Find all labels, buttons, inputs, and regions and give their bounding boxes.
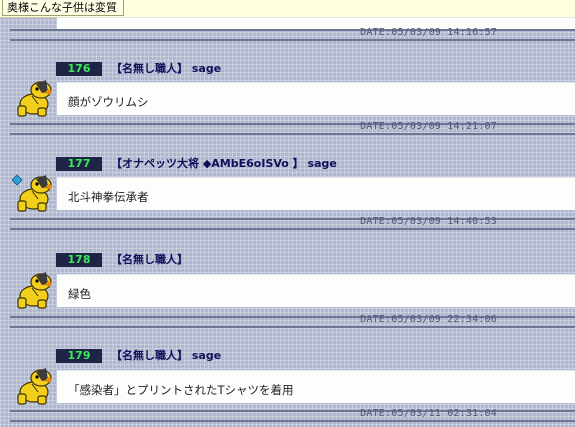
post-message: 緑色 (68, 287, 91, 301)
post-author: 【名無し職人】 sage (111, 62, 222, 75)
post-divider (10, 326, 575, 328)
post-message: 「感染者」とプリントされたTシャツを着用 (68, 383, 294, 397)
dog-icon (17, 271, 52, 309)
post-mail: sage (191, 349, 222, 362)
dog-icon (17, 367, 52, 405)
post-date: DATE:05/03/09 14:40:53 (360, 216, 497, 227)
post-author: 【名無し職人】 sage (111, 349, 222, 362)
post-date: DATE:05/03/09 14:16:57 (360, 27, 497, 38)
dog-icon (17, 79, 52, 117)
post-date: DATE:05/03/09 14:21:07 (360, 121, 497, 132)
post-message: 顔がゾウリムシ (68, 95, 149, 109)
tab-thread-title[interactable]: 奥様こんな子供は変質 (2, 0, 124, 16)
post-number[interactable]: 179 (56, 349, 102, 363)
post-divider (10, 39, 575, 41)
post-date: DATE:05/03/11 02:31:04 (360, 408, 497, 419)
post-number[interactable]: 176 (56, 62, 102, 76)
tab-bar: 奥様こんな子供は変質 (0, 0, 575, 18)
post-author: 【オナペッツ大将 ◆AMbE6oISVo 】 sage (111, 157, 337, 170)
post-date: DATE:05/03/09 22:34:06 (360, 314, 497, 325)
dog-icon-blue-badge (12, 174, 52, 212)
tab-label: 奥様こんな子供は変質 (7, 1, 117, 14)
post-message: 北斗神拳伝承者 (68, 190, 149, 204)
post-mail: sage (307, 157, 337, 170)
post-mail: sage (191, 62, 222, 75)
post-divider (10, 420, 575, 422)
post-divider (10, 228, 575, 230)
post-number[interactable]: 178 (56, 253, 102, 267)
post-divider (10, 133, 575, 135)
post-body-box (57, 274, 575, 307)
post-number[interactable]: 177 (56, 157, 102, 171)
post-author: 【名無し職人】 (111, 253, 188, 266)
